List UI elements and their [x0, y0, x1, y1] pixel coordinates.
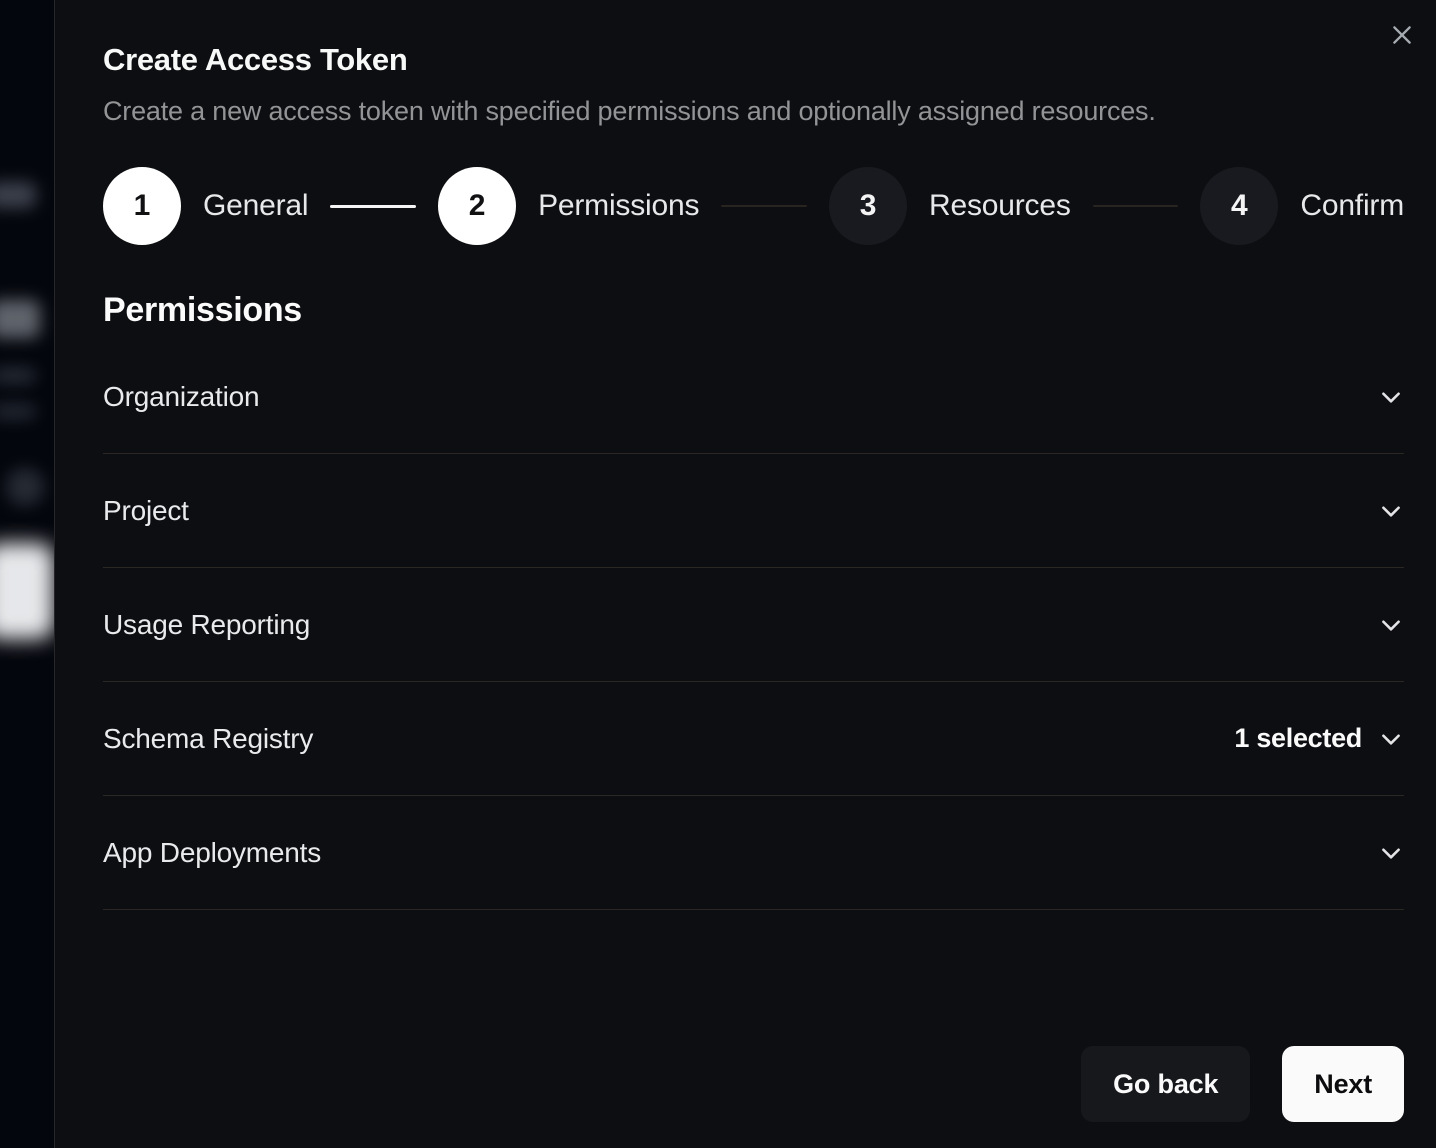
stepper-connector-done: [330, 205, 416, 208]
create-access-token-dialog: Create Access Token Create a new access …: [54, 0, 1436, 1148]
step-confirm[interactable]: 4 Confirm: [1200, 167, 1404, 245]
chevron-down-icon: [1378, 612, 1404, 638]
dialog-subtitle: Create a new access token with specified…: [103, 96, 1404, 127]
step-resources[interactable]: 3 Resources: [829, 167, 1071, 245]
step-general[interactable]: 1 General: [103, 167, 308, 245]
background-blur-card: [0, 543, 54, 639]
permissions-heading: Permissions: [103, 291, 1404, 330]
chevron-down-icon: [1378, 726, 1404, 752]
chevron-down-icon: [1378, 840, 1404, 866]
accordion-row-usage-reporting[interactable]: Usage Reporting: [103, 568, 1404, 682]
accordion-label: Schema Registry: [103, 723, 313, 755]
stepper-connector-todo: [1093, 205, 1179, 207]
background-blur-heading: [0, 300, 40, 338]
step-label: General: [203, 189, 308, 223]
step-permissions[interactable]: 2 Permissions: [438, 167, 699, 245]
step-label: Permissions: [538, 189, 699, 223]
selected-count-badge: 1 selected: [1234, 723, 1362, 754]
step-label: Confirm: [1300, 189, 1404, 223]
background-blur-icon: [6, 468, 44, 506]
stepper-connector-todo: [721, 205, 807, 207]
next-button[interactable]: Next: [1282, 1046, 1404, 1122]
step-number-badge: 4: [1200, 167, 1278, 245]
accordion-row-project[interactable]: Project: [103, 454, 1404, 568]
go-back-button[interactable]: Go back: [1081, 1046, 1250, 1122]
chevron-down-icon: [1378, 384, 1404, 410]
dialog-footer: Go back Next: [103, 1046, 1404, 1122]
step-number-badge: 1: [103, 167, 181, 245]
step-number-badge: 3: [829, 167, 907, 245]
accordion-label: App Deployments: [103, 837, 321, 869]
chevron-down-icon: [1378, 498, 1404, 524]
accordion-label: Usage Reporting: [103, 609, 310, 641]
background-blur-text-line: [0, 368, 36, 383]
accordion-label: Project: [103, 495, 189, 527]
accordion-label: Organization: [103, 381, 259, 413]
step-label: Resources: [929, 189, 1071, 223]
accordion-row-organization[interactable]: Organization: [103, 340, 1404, 454]
close-icon: [1389, 22, 1415, 51]
background-blur-text-line: [0, 404, 36, 419]
permission-groups-list: Organization Project Usage Reporting: [103, 340, 1404, 910]
accordion-row-schema-registry[interactable]: Schema Registry 1 selected: [103, 682, 1404, 796]
accordion-row-app-deployments[interactable]: App Deployments: [103, 796, 1404, 910]
dialog-title: Create Access Token: [103, 42, 1404, 78]
wizard-stepper: 1 General 2 Permissions 3 Resources 4 Co…: [103, 167, 1404, 245]
step-number-badge: 2: [438, 167, 516, 245]
close-button[interactable]: [1384, 18, 1420, 54]
background-blur-menu-item: [0, 182, 36, 208]
